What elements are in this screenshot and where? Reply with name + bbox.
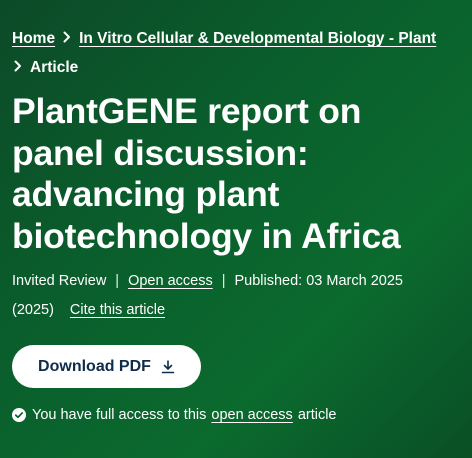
breadcrumb: Home In Vitro Cellular & Developmental B… [12, 24, 462, 82]
check-circle-icon [12, 408, 26, 422]
meta-row-2: (2025) Cite this article [12, 296, 462, 325]
breadcrumb-home-link[interactable]: Home [12, 24, 55, 53]
cite-article-link[interactable]: Cite this article [70, 296, 165, 325]
article-header: Home In Vitro Cellular & Developmental B… [12, 24, 462, 423]
meta-divider: | [221, 273, 226, 289]
article-type: Invited Review [12, 273, 107, 289]
published-date: Published: 03 March 2025 [234, 273, 403, 289]
breadcrumb-current: Article [30, 59, 79, 76]
access-notice: You have full access to this open access… [12, 407, 462, 423]
chevron-right-icon [63, 24, 71, 53]
access-open-access-link[interactable]: open access [211, 407, 292, 423]
article-year: (2025) [12, 302, 54, 318]
meta-row-1: Invited Review | Open access | Published… [12, 267, 462, 296]
article-title: PlantGENE report on panel discussion: ad… [12, 91, 401, 256]
breadcrumb-journal-link[interactable]: In Vitro Cellular & Developmental Biolog… [79, 24, 436, 53]
article-meta: Invited Review | Open access | Published… [12, 267, 462, 325]
breadcrumb-row-2: Article [12, 53, 462, 82]
meta-divider: | [115, 273, 120, 289]
chevron-right-icon [14, 53, 22, 82]
open-access-link[interactable]: Open access [128, 267, 213, 296]
access-notice-suffix: article [297, 407, 337, 423]
download-icon [161, 359, 175, 373]
access-notice-prefix: You have full access to this [32, 407, 207, 423]
breadcrumb-row-1: Home In Vitro Cellular & Developmental B… [12, 24, 462, 53]
download-pdf-label: Download PDF [38, 357, 151, 375]
download-pdf-button[interactable]: Download PDF [12, 345, 201, 388]
